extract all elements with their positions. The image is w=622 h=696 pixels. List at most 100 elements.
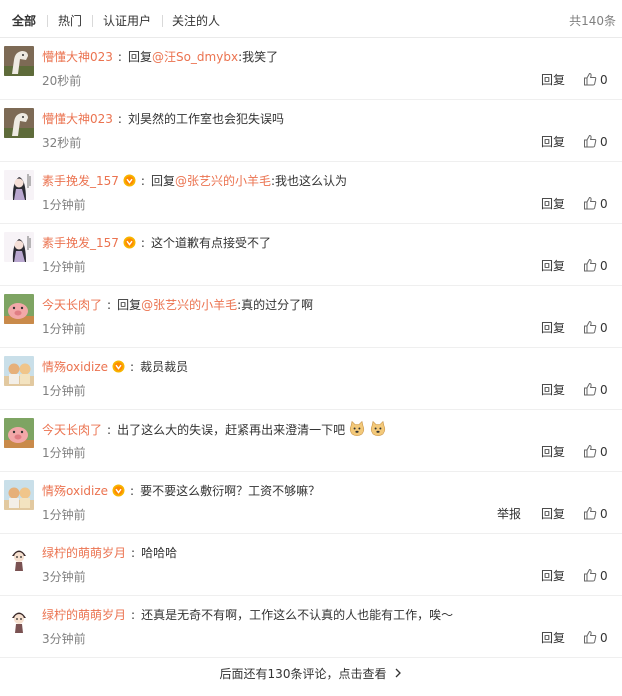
like-count: 0 bbox=[600, 197, 608, 211]
comment-item: 绿柠的萌萌岁月: 还真是无奇不有啊，工作这么不认真的人也能有工作，唉～ 3分钟前 回复… bbox=[0, 596, 622, 658]
comment-timestamp: 1分钟前 bbox=[42, 260, 86, 274]
like-button[interactable]: 0 bbox=[583, 567, 608, 585]
comment-panel: 全部 热门 认证用户 关注的人 共140条 懵懂大神023: 回复@汪So_dmy… bbox=[0, 0, 622, 696]
mentioned-user-link[interactable]: @汪So_dmybx bbox=[152, 50, 238, 64]
comment-text: :我也这么认为 bbox=[270, 174, 348, 188]
chibi-character-avatar[interactable] bbox=[4, 604, 34, 634]
comment-username[interactable]: 今天长肉了 bbox=[42, 298, 102, 312]
tab-hot[interactable]: 热门 bbox=[58, 13, 82, 29]
reply-button[interactable]: 回复 bbox=[541, 72, 565, 88]
like-count: 0 bbox=[600, 507, 608, 521]
reply-button[interactable]: 回复 bbox=[541, 320, 565, 336]
comment-username[interactable]: 素手挽发_157 bbox=[42, 236, 119, 250]
reply-button[interactable]: 回复 bbox=[541, 568, 565, 584]
anime-girl-avatar[interactable] bbox=[4, 170, 34, 200]
thumbs-up-icon bbox=[584, 630, 597, 644]
load-more-comments-link[interactable]: 后面还有130条评论，点击查看 bbox=[0, 656, 622, 692]
pig-cartoon-avatar[interactable] bbox=[4, 294, 34, 324]
like-button[interactable]: 0 bbox=[583, 257, 608, 275]
comment-content-line: 今天长肉了: 出了这么大的失误，赶紧再出来澄清一下吧 bbox=[42, 420, 387, 438]
anime-girl-avatar[interactable] bbox=[4, 232, 34, 262]
comment-timestamp: 3分钟前 bbox=[42, 632, 86, 646]
comment-username[interactable]: 情殇oxidize bbox=[42, 360, 108, 374]
like-button[interactable]: 0 bbox=[583, 629, 608, 647]
chevron-right-icon bbox=[395, 668, 402, 678]
thumbs-up-icon bbox=[584, 568, 597, 582]
reply-button[interactable]: 回复 bbox=[541, 258, 565, 274]
mentioned-user-link[interactable]: @张艺兴的小羊毛 bbox=[141, 298, 237, 312]
member-badge-icon bbox=[123, 236, 136, 249]
like-button[interactable]: 0 bbox=[583, 319, 608, 337]
comment-timestamp: 3分钟前 bbox=[42, 570, 86, 584]
horse-photo-avatar[interactable] bbox=[4, 46, 34, 76]
like-button[interactable]: 0 bbox=[583, 71, 608, 89]
comment-timestamp: 1分钟前 bbox=[42, 322, 86, 336]
reply-button[interactable]: 回复 bbox=[541, 506, 565, 522]
horse-photo-avatar[interactable] bbox=[4, 108, 34, 138]
comment-text: 这个道歉有点接受不了 bbox=[150, 236, 271, 250]
comment-item: 素手挽发_157: 这个道歉有点接受不了 1分钟前 回复 0 bbox=[0, 224, 622, 286]
comment-username[interactable]: 情殇oxidize bbox=[42, 484, 108, 498]
comment-content-line: 绿柠的萌萌岁月: 还真是无奇不有啊，工作这么不认真的人也能有工作，唉～ bbox=[42, 606, 453, 624]
tab-divider bbox=[47, 15, 48, 27]
comment-item: 绿柠的萌萌岁月: 哈哈哈 3分钟前 回复 0 bbox=[0, 534, 622, 596]
comment-colon: : bbox=[117, 112, 122, 126]
comment-timestamp: 1分钟前 bbox=[42, 508, 86, 522]
report-button[interactable]: 举报 bbox=[497, 506, 521, 522]
comment-username[interactable]: 今天长肉了 bbox=[42, 423, 102, 437]
filter-tab-bar: 全部 热门 认证用户 关注的人 共140条 bbox=[0, 0, 622, 38]
comment-item: 懵懂大神023: 刘昊然的工作室也会犯失误吗 32秒前 回复 0 bbox=[0, 100, 622, 162]
tab-following[interactable]: 关注的人 bbox=[172, 13, 220, 29]
reply-button[interactable]: 回复 bbox=[541, 382, 565, 398]
comment-colon: : bbox=[107, 298, 112, 312]
doge-emoji-icon bbox=[370, 420, 386, 437]
comment-username[interactable]: 懵懂大神023 bbox=[42, 112, 113, 126]
comment-text: 哈哈哈 bbox=[141, 546, 178, 560]
reply-button[interactable]: 回复 bbox=[541, 134, 565, 150]
comment-text: :我笑了 bbox=[238, 50, 279, 64]
two-figures-avatar[interactable] bbox=[4, 356, 34, 386]
pig-cartoon-avatar[interactable] bbox=[4, 418, 34, 448]
reply-button[interactable]: 回复 bbox=[541, 196, 565, 212]
comment-username[interactable]: 懵懂大神023 bbox=[42, 50, 113, 64]
comment-total-count: 共140条 bbox=[569, 14, 616, 28]
comment-colon: : bbox=[131, 608, 136, 622]
reply-button[interactable]: 回复 bbox=[541, 444, 565, 460]
tab-verified-users[interactable]: 认证用户 bbox=[103, 13, 151, 29]
reply-button[interactable]: 回复 bbox=[541, 630, 565, 646]
comment-text: :真的过分了啊 bbox=[237, 298, 314, 312]
comment-colon: : bbox=[140, 174, 145, 188]
comment-content-line: 素手挽发_157: 这个道歉有点接受不了 bbox=[42, 234, 271, 252]
comment-content-line: 素手挽发_157: 回复@张艺兴的小羊毛:我也这么认为 bbox=[42, 172, 347, 190]
like-button[interactable]: 0 bbox=[583, 443, 608, 461]
two-figures-avatar[interactable] bbox=[4, 480, 34, 510]
comment-timestamp: 20秒前 bbox=[42, 74, 82, 88]
like-button[interactable]: 0 bbox=[583, 505, 608, 523]
reply-prefix: 回复 bbox=[127, 50, 152, 64]
like-button[interactable]: 0 bbox=[583, 195, 608, 213]
thumbs-up-icon bbox=[584, 196, 597, 210]
comment-username[interactable]: 绿柠的萌萌岁月 bbox=[42, 546, 126, 560]
thumbs-up-icon bbox=[584, 444, 597, 458]
tab-divider bbox=[92, 15, 93, 27]
like-count: 0 bbox=[600, 383, 608, 397]
like-button[interactable]: 0 bbox=[583, 133, 608, 151]
member-badge-icon bbox=[112, 360, 125, 373]
reply-prefix: 回复 bbox=[117, 298, 142, 312]
tab-all[interactable]: 全部 bbox=[12, 13, 36, 29]
comment-colon: : bbox=[107, 423, 112, 437]
comment-timestamp: 1分钟前 bbox=[42, 384, 86, 398]
comment-username[interactable]: 绿柠的萌萌岁月 bbox=[42, 608, 126, 622]
mentioned-user-link[interactable]: @张艺兴的小羊毛 bbox=[175, 174, 271, 188]
like-count: 0 bbox=[600, 445, 608, 459]
comment-item: 今天长肉了: 回复@张艺兴的小羊毛:真的过分了啊 1分钟前 回复 0 bbox=[0, 286, 622, 348]
like-button[interactable]: 0 bbox=[583, 381, 608, 399]
comment-text: 要不要这么敷衍啊？工资不够嘛？ bbox=[140, 484, 321, 498]
comment-content-line: 绿柠的萌萌岁月: 哈哈哈 bbox=[42, 544, 177, 562]
comment-timestamp: 1分钟前 bbox=[42, 198, 86, 212]
chibi-character-avatar[interactable] bbox=[4, 542, 34, 572]
comment-item: 今天长肉了: 出了这么大的失误，赶紧再出来澄清一下吧 1分钟前 回复 0 bbox=[0, 410, 622, 472]
comment-username[interactable]: 素手挽发_157 bbox=[42, 174, 119, 188]
thumbs-up-icon bbox=[584, 134, 597, 148]
thumbs-up-icon bbox=[584, 382, 597, 396]
